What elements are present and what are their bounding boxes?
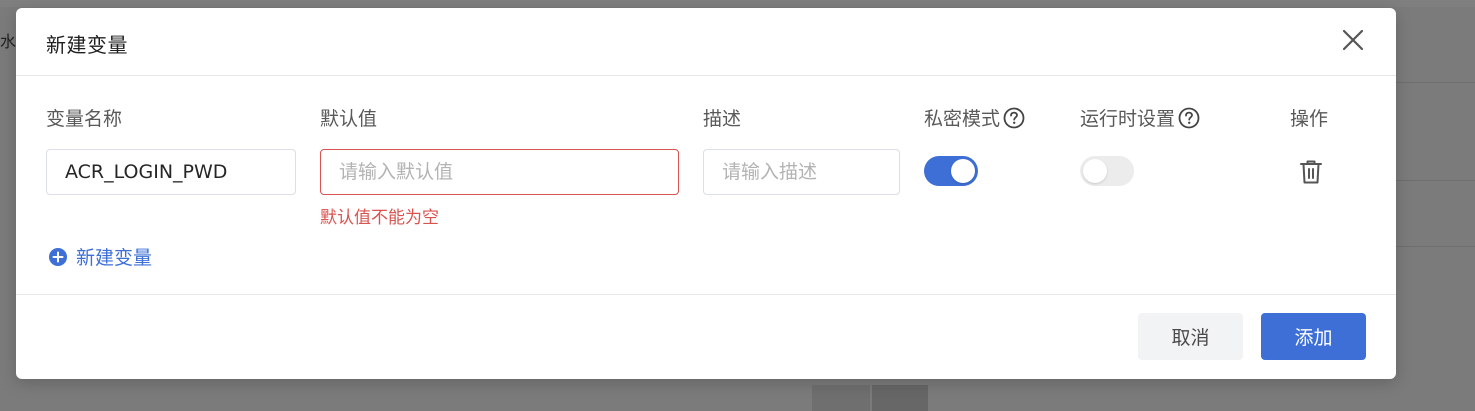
column-header-default: 默认值 <box>320 104 377 131</box>
column-header-secret-label: 私密模式 <box>924 108 1001 130</box>
help-icon[interactable] <box>1003 107 1025 129</box>
dialog-title: 新建变量 <box>46 33 128 57</box>
column-header-description-label: 描述 <box>703 108 742 130</box>
variable-name-input[interactable] <box>46 149 296 195</box>
close-button[interactable] <box>1339 26 1367 54</box>
add-variable-link[interactable]: 新建变量 <box>48 243 152 270</box>
plus-circle-icon <box>49 247 67 266</box>
new-variable-dialog: 新建变量 变量名称 默认值 描述 私密模式 运行时设置 操作 ACR_LOGIN… <box>16 8 1396 379</box>
default-value-input[interactable] <box>320 149 679 195</box>
dialog-header: 新建变量 <box>16 8 1396 76</box>
column-header-actions-label: 操作 <box>1290 108 1329 130</box>
background-text: 水 <box>0 32 17 51</box>
help-icon[interactable] <box>1178 107 1200 129</box>
runtime-setting-toggle[interactable] <box>1080 156 1134 186</box>
column-header-secret: 私密模式 <box>924 104 1025 131</box>
column-header-runtime-label: 运行时设置 <box>1080 108 1176 130</box>
column-header-description: 描述 <box>703 104 741 131</box>
background-block <box>812 385 870 411</box>
column-header-name: 变量名称 <box>46 104 122 131</box>
column-header-default-label: 默认值 <box>320 108 378 130</box>
toggle-knob <box>1083 159 1107 183</box>
toggle-knob <box>951 159 975 183</box>
add-variable-label: 新建变量 <box>76 247 153 269</box>
close-icon <box>1342 29 1364 51</box>
dialog-footer-divider <box>16 294 1396 295</box>
secret-mode-toggle[interactable] <box>924 156 978 186</box>
cancel-button[interactable]: 取消 <box>1138 313 1243 360</box>
background-divider <box>1396 82 1475 83</box>
column-header-name-label: 变量名称 <box>46 108 123 130</box>
default-value-error: 默认值不能为空 <box>320 208 439 228</box>
column-header-runtime: 运行时设置 <box>1080 104 1200 131</box>
background-top-strip <box>0 0 1475 7</box>
delete-row-button[interactable] <box>1299 159 1323 185</box>
trash-icon <box>1300 160 1322 184</box>
background-block <box>872 385 928 411</box>
background-divider <box>1396 246 1475 247</box>
add-button[interactable]: 添加 <box>1261 313 1366 360</box>
background-divider <box>1396 180 1475 181</box>
column-header-actions: 操作 <box>1290 104 1328 131</box>
description-input[interactable] <box>703 149 900 195</box>
